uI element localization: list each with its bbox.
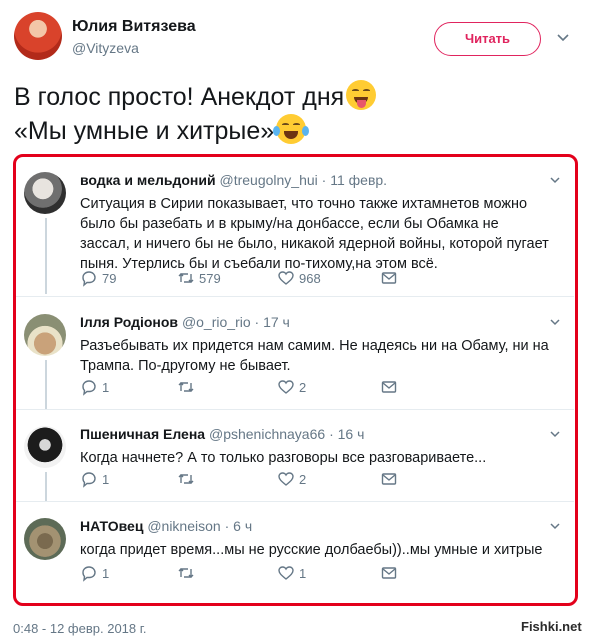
like-count: 2 (299, 379, 307, 395)
thread-line (45, 218, 47, 294)
chevron-down-icon[interactable] (549, 316, 561, 328)
author-handle[interactable]: @Vityzeva (72, 40, 139, 56)
retweet-count: 579 (199, 270, 221, 286)
reply-avatar[interactable] (24, 426, 66, 468)
reply-text: Ситуация в Сирии показывает, что точно т… (80, 196, 549, 272)
reply-item[interactable]: Пшеничная Елена @pshenichnaya66 · 16 ч К… (16, 412, 574, 502)
retweet-button[interactable]: 579 (177, 269, 221, 287)
chevron-down-icon[interactable] (549, 520, 561, 532)
reply-avatar[interactable] (24, 314, 66, 356)
reply-icon (82, 566, 96, 582)
reply-author-name[interactable]: Ілля Родіонов (80, 314, 178, 330)
like-button[interactable]: 1 (277, 564, 306, 582)
tweet-header: Юлия Витязева @Vityzeva Читать (0, 0, 591, 72)
reply-author-name[interactable]: Пшеничная Елена (80, 426, 205, 442)
reply-meta: Ілля Родіонов @o_rio_rio · 17 ч (80, 314, 290, 330)
reply-count: 1 (102, 565, 110, 581)
reply-author-name[interactable]: НАТОвец (80, 518, 143, 534)
reply-button[interactable]: 79 (80, 269, 116, 287)
reply-meta: НАТОвец @nikneison · 6 ч (80, 518, 253, 534)
heart-icon (278, 566, 294, 580)
reply-text: Когда начнете? А то только разговоры все… (80, 450, 487, 466)
tweet-line-1: В голос просто! Анекдот дня (14, 83, 345, 111)
reply-actions: 1 1 (80, 564, 440, 582)
reply-meta: Пшеничная Елена @pshenichnaya66 · 16 ч (80, 426, 365, 442)
reply-count: 79 (102, 270, 117, 286)
reply-button[interactable]: 1 (80, 564, 109, 582)
reply-button[interactable]: 1 (80, 470, 109, 488)
chevron-down-icon[interactable] (556, 30, 570, 44)
envelope-icon (381, 567, 397, 579)
reply-item[interactable]: НАТОвец @nikneison · 6 ч когда придет вр… (16, 504, 574, 600)
reply-button[interactable]: 1 (80, 378, 109, 396)
envelope-icon (381, 473, 397, 485)
author-name[interactable]: Юлия Витязева (72, 18, 196, 36)
tweet-line-2: «Мы умные и хитрые» (14, 117, 275, 145)
reply-icon (82, 271, 96, 287)
reply-avatar[interactable] (24, 172, 66, 214)
divider (16, 501, 574, 502)
retweet-icon (178, 568, 194, 578)
reply-text: когда придет время...мы не русские долба… (80, 542, 543, 558)
message-button[interactable] (380, 269, 398, 287)
retweet-icon (178, 474, 194, 484)
tweet-text: В голос просто! Анекдот дня «Мы умные и … (14, 80, 574, 148)
like-count: 968 (299, 270, 321, 286)
tweet-timestamp[interactable]: 0:48 - 12 февр. 2018 г. (13, 621, 147, 636)
heart-icon (278, 271, 294, 285)
reply-author-handle[interactable]: @o_rio_rio (182, 314, 251, 330)
reply-meta: водка и мельдоний @treugolny_hui · 11 фе… (80, 172, 388, 188)
retweet-button[interactable] (177, 378, 199, 396)
reply-author-handle[interactable]: @treugolny_hui (220, 172, 318, 188)
like-button[interactable]: 2 (277, 378, 306, 396)
reply-actions: 1 2 (80, 378, 440, 396)
message-button[interactable] (380, 470, 398, 488)
divider (16, 409, 574, 410)
like-button[interactable]: 968 (277, 269, 321, 287)
retweet-button[interactable] (177, 564, 199, 582)
watermark-logo: Fishki.net (521, 619, 582, 634)
retweet-button[interactable] (177, 470, 199, 488)
squinting-tongue-emoji-icon (346, 80, 377, 110)
reply-icon (82, 380, 96, 396)
reply-avatar[interactable] (24, 518, 66, 560)
divider (16, 296, 574, 297)
reply-timestamp[interactable]: 16 ч (338, 426, 365, 442)
reply-text: Разъебывать их придется нам самим. Не на… (80, 338, 549, 374)
message-button[interactable] (380, 564, 398, 582)
reply-author-name[interactable]: водка и мельдоний (80, 172, 216, 188)
reply-icon (82, 472, 96, 488)
follow-button[interactable]: Читать (434, 22, 541, 56)
reply-timestamp[interactable]: 17 ч (263, 314, 290, 330)
message-button[interactable] (380, 378, 398, 396)
reply-timestamp[interactable]: 11 февр. (330, 172, 387, 188)
reply-count: 1 (102, 379, 110, 395)
reply-item[interactable]: водка и мельдоний @treugolny_hui · 11 фе… (16, 158, 574, 294)
like-count: 1 (299, 565, 307, 581)
like-button[interactable]: 2 (277, 470, 306, 488)
heart-icon (278, 472, 294, 486)
reply-author-handle[interactable]: @pshenichnaya66 (209, 426, 325, 442)
reply-actions: 79 579 968 (80, 269, 440, 287)
chevron-down-icon[interactable] (549, 174, 561, 186)
retweet-icon (178, 273, 194, 283)
thread-line (45, 472, 47, 502)
reply-author-handle[interactable]: @nikneison (147, 518, 220, 534)
reply-count: 1 (102, 471, 110, 487)
thread-line (45, 360, 47, 410)
reply-item[interactable]: Ілля Родіонов @o_rio_rio · 17 ч Разъебыв… (16, 300, 574, 410)
envelope-icon (381, 381, 397, 393)
reply-timestamp[interactable]: 6 ч (233, 518, 252, 534)
heart-icon (278, 380, 294, 394)
retweet-icon (178, 382, 194, 392)
crying-laughing-emoji-icon (273, 114, 310, 144)
author-avatar[interactable] (14, 12, 62, 60)
envelope-icon (381, 272, 397, 284)
chevron-down-icon[interactable] (549, 428, 561, 440)
reply-actions: 1 2 (80, 470, 440, 488)
like-count: 2 (299, 471, 307, 487)
